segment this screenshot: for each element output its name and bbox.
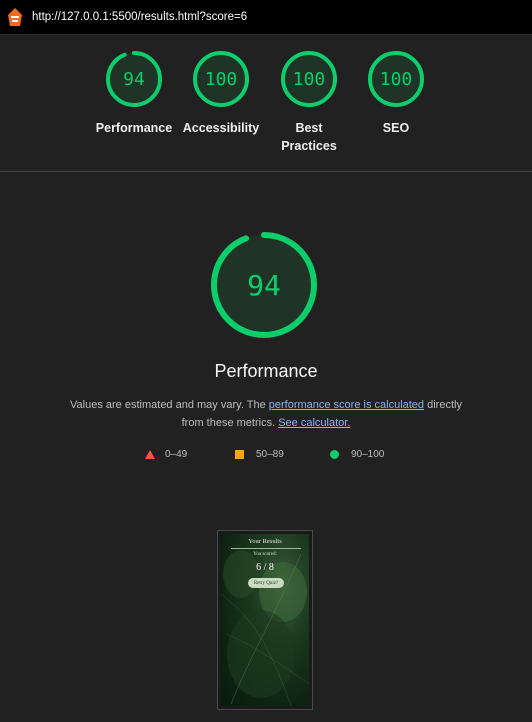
gauge-best-practices[interactable]: 100 Best Practices — [259, 49, 359, 155]
url-text[interactable]: http://127.0.0.1:5500/results.html?score… — [32, 11, 247, 23]
gauge-seo[interactable]: 100 SEO — [346, 49, 446, 137]
legend-label: 0–49 — [165, 448, 188, 460]
screenshot-score: 6 / 8 — [256, 562, 274, 573]
legend-label: 50–89 — [256, 448, 284, 460]
see-calculator-link[interactable]: See calculator. — [278, 417, 350, 429]
app-favicon-icon — [6, 6, 24, 28]
desc-text: Values are estimated and may vary. The — [70, 399, 269, 411]
legend-pass: 90–100 — [330, 447, 384, 461]
gauge-ring: 94 — [106, 51, 162, 107]
final-screenshot-thumbnail[interactable]: Your Results You scored: 6 / 8 Retry Qui… — [217, 530, 313, 710]
legend-fail: 0–49 — [145, 447, 187, 461]
retry-quiz-button: Retry Quiz? — [248, 578, 284, 588]
gauge-performance[interactable]: 94 Performance — [84, 49, 184, 137]
screenshot-subtitle: You scored: — [253, 552, 277, 557]
leaf-background-image — [221, 550, 309, 706]
category-gauges: 94 Performance 100 Accessibility 100 Bes… — [0, 34, 532, 171]
gauge-label: SEO — [382, 121, 410, 135]
section-divider — [0, 171, 532, 172]
gauge-score: 100 — [205, 69, 238, 90]
green-circle-icon — [330, 449, 339, 459]
legend-average: 50–89 — [235, 447, 284, 461]
browser-url-bar[interactable]: http://127.0.0.1:5500/results.html?score… — [0, 0, 532, 35]
screenshot-title: Your Results — [248, 538, 282, 545]
orange-square-icon — [235, 449, 244, 459]
gauge-ring: 100 — [368, 51, 424, 107]
gauge-label: Accessibility — [182, 121, 260, 135]
legend-label: 90–100 — [351, 448, 385, 460]
gauge-accessibility[interactable]: 100 Accessibility — [171, 49, 271, 137]
gauge-score: 100 — [293, 69, 326, 90]
red-triangle-icon — [145, 449, 155, 459]
gauge-label: Best Practices — [281, 121, 337, 153]
gauge-ring: 100 — [193, 51, 249, 107]
gauge-score: 100 — [380, 69, 413, 90]
screenshot-divider — [231, 548, 301, 549]
main-score: 94 — [247, 269, 281, 302]
performance-main-gauge: 94 — [209, 230, 319, 340]
score-calculated-link[interactable]: performance score is calculated — [269, 399, 424, 411]
main-title: Performance — [214, 361, 318, 381]
score-description: Values are estimated and may vary. The p… — [60, 396, 472, 432]
gauge-score: 94 — [123, 69, 145, 90]
gauge-label: Performance — [95, 121, 173, 135]
gauge-ring: 100 — [281, 51, 337, 107]
screenshot-content: Your Results You scored: 6 / 8 Retry Qui… — [221, 534, 309, 706]
